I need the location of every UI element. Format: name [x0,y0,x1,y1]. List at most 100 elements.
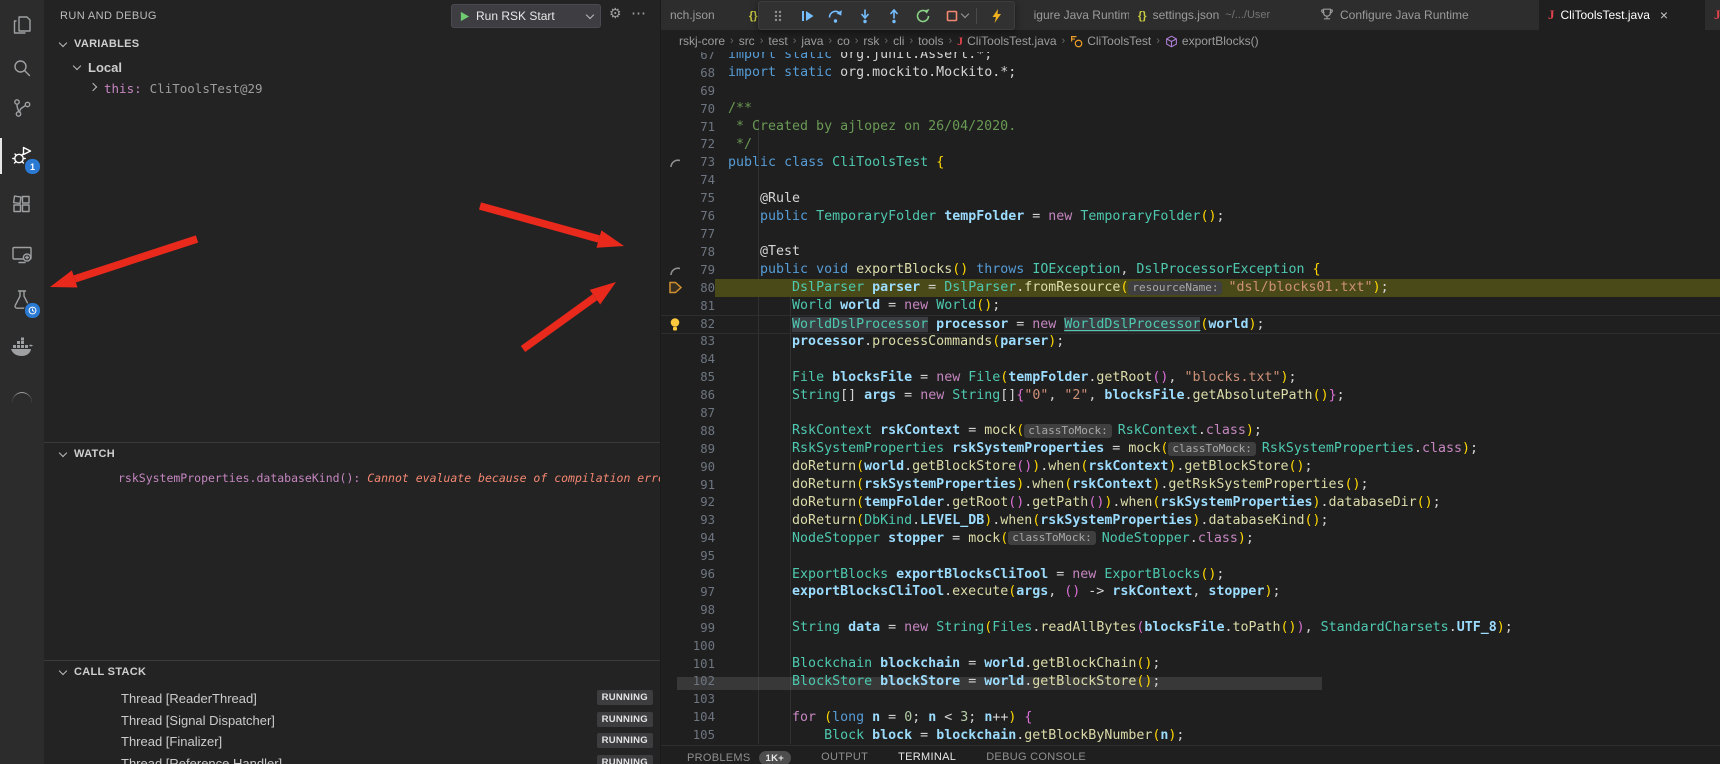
code-line-text[interactable] [715,350,1720,368]
code-line-text[interactable]: @Test [715,243,1720,261]
continue-button[interactable] [792,3,821,28]
watch-expression-row[interactable]: rskSystemProperties.databaseKind(): Cann… [44,468,660,488]
breadcrumb-item[interactable]: JCliToolsTest.java [957,34,1056,49]
tab-configure-java-runtime[interactable]: Configure Java Runtime [1311,0,1552,30]
panel-tab-debug-console[interactable]: DEBUG CONSOLE [986,746,1086,763]
step-over-button[interactable] [821,3,850,28]
activity-item-explorer[interactable] [0,3,44,47]
lightbulb-icon[interactable] [661,316,689,334]
code-line-text[interactable]: */ [715,136,1720,154]
more-actions-icon[interactable]: ⋯ [631,6,646,21]
step-out-button[interactable] [879,3,908,28]
gutter-glyph-margin[interactable] [661,297,689,315]
gutter-glyph-margin[interactable] [661,529,689,547]
gutter-glyph-margin[interactable] [661,601,689,619]
gutter-glyph-margin[interactable] [661,332,689,350]
watch-section-header[interactable]: WATCH [44,442,660,465]
activity-item-search[interactable] [0,46,44,90]
gutter-glyph-margin[interactable] [661,726,689,744]
call-stack-thread-row[interactable]: Thread [ReaderThread]RUNNING [44,688,660,709]
gutter-glyph-margin[interactable] [661,118,689,136]
code-line-text[interactable] [715,547,1720,565]
gutter-glyph-margin[interactable] [661,82,689,100]
gutter-glyph-margin[interactable] [661,637,689,655]
call-stack-thread-row[interactable]: Thread [Reference Handler]RUNNING [44,753,660,764]
call-stack-thread-row[interactable]: Thread [Finalizer]RUNNING [44,731,660,752]
gutter-glyph-margin[interactable] [661,386,689,404]
activity-item-extensions[interactable] [0,183,44,227]
step-into-button[interactable] [850,3,879,28]
close-icon[interactable]: × [1660,7,1668,23]
code-line-text[interactable]: public class CliToolsTest { [715,153,1720,171]
code-area[interactable]: 67import static org.junit.Assert.*;68imp… [661,52,1720,745]
gutter-glyph-margin[interactable] [661,171,689,189]
code-line-text[interactable]: Blockchain blockchain = world.getBlockCh… [715,655,1720,673]
code-line-text[interactable]: File blocksFile = new File(tempFolder.ge… [715,368,1720,386]
code-line-text[interactable] [715,404,1720,422]
code-line-text[interactable]: doReturn(DbKind.LEVEL_DB).when(rskSystem… [715,511,1720,529]
code-line-text[interactable]: ExportBlocks exportBlocksCliTool = new E… [715,565,1720,583]
restart-button[interactable] [908,3,937,28]
gutter-glyph-margin[interactable] [661,100,689,118]
gutter-glyph-margin[interactable] [661,690,689,708]
code-line-text[interactable]: String[] args = new String[]{"0", "2", b… [715,386,1720,404]
gutter-glyph-margin[interactable] [661,583,689,601]
gutter-glyph-margin[interactable] [661,225,689,243]
gear-icon[interactable]: ⚙ [609,6,622,20]
gutter-glyph-margin[interactable] [661,476,689,494]
code-line-text[interactable]: RskContext rskContext = mock(classToMock… [715,422,1720,440]
breadcrumb-item[interactable]: CliToolsTest [1070,34,1151,48]
gutter-glyph-margin[interactable] [661,52,689,64]
gutter-glyph-margin[interactable] [661,368,689,386]
activity-item-source-control[interactable] [0,86,44,130]
execution-pointer-icon[interactable] [661,279,689,297]
variables-section-header[interactable]: VARIABLES [44,33,660,55]
gutter-glyph-margin[interactable] [661,189,689,207]
gutter-glyph-margin[interactable] [661,511,689,529]
code-line-text[interactable]: @Rule [715,189,1720,207]
panel-tab-output[interactable]: OUTPUT [821,746,868,763]
code-line-text[interactable]: doReturn(rskSystemProperties).when(rskCo… [715,476,1720,494]
hot-code-replace-button[interactable] [981,3,1010,28]
code-line-text[interactable]: RskSystemProperties rskSystemProperties … [715,440,1720,458]
run-configuration-button[interactable]: Run RSK Start [451,4,601,28]
code-line-text[interactable]: BlockStore blockStore = world.getBlockSt… [715,673,1720,691]
gutter-glyph-margin[interactable] [661,494,689,512]
code-line-text[interactable]: WorldDslProcessor processor = new WorldD… [715,316,1720,334]
gutter-glyph-margin[interactable] [661,458,689,476]
code-line-text[interactable]: World world = new World(); [715,297,1720,315]
code-line-text[interactable] [715,82,1720,100]
call-stack-section-header[interactable]: CALL STACK [44,660,660,683]
tab-partial-java[interactable]: J [1705,0,1720,30]
code-line-text[interactable] [715,171,1720,189]
call-stack-thread-row[interactable]: Thread [Signal Dispatcher]RUNNING [44,710,660,731]
code-line-text[interactable]: import static org.mockito.Mockito.*; [715,64,1720,82]
variables-scope-local[interactable]: Local [44,57,660,77]
activity-item-remote-explorer[interactable] [0,233,44,277]
breadcrumb-item[interactable]: cli [893,34,904,48]
gutter-glyph-margin[interactable] [661,565,689,583]
code-line-text[interactable]: import static org.junit.Assert.*; [715,52,1720,64]
gutter-glyph-margin[interactable] [661,64,689,82]
code-line-text[interactable]: String data = new String(Files.readAllBy… [715,619,1720,637]
breadcrumb-item[interactable]: rskj-core [679,34,725,48]
gutter-glyph-margin[interactable] [661,673,689,691]
gutter-glyph-margin[interactable] [661,243,689,261]
code-line-text[interactable] [715,690,1720,708]
breadcrumb-item[interactable]: exportBlocks() [1165,34,1259,48]
gutter-glyph-margin[interactable] [661,136,689,154]
tab-settings-json[interactable]: {}settings.json~/.../User [1129,0,1330,30]
breadcrumb-item[interactable]: test [768,34,787,48]
code-line-text[interactable]: processor.processCommands(parser); [715,332,1720,350]
breadcrumb-item[interactable]: java [801,34,823,48]
gutter-glyph-margin[interactable] [661,404,689,422]
gutter-glyph-margin[interactable] [661,440,689,458]
code-line-text[interactable]: public void exportBlocks() throws IOExce… [715,261,1720,279]
panel-tab-terminal[interactable]: TERMINAL [898,746,956,763]
tab-clitoolstest-java[interactable]: JCliToolsTest.java× [1539,0,1719,30]
fold-arc-icon[interactable] [661,261,689,279]
gutter-glyph-margin[interactable] [661,655,689,673]
code-line-text[interactable]: Block block = blockchain.getBlockByNumbe… [715,726,1720,744]
gutter-glyph-margin[interactable] [661,547,689,565]
fold-arc-icon[interactable] [661,153,689,171]
